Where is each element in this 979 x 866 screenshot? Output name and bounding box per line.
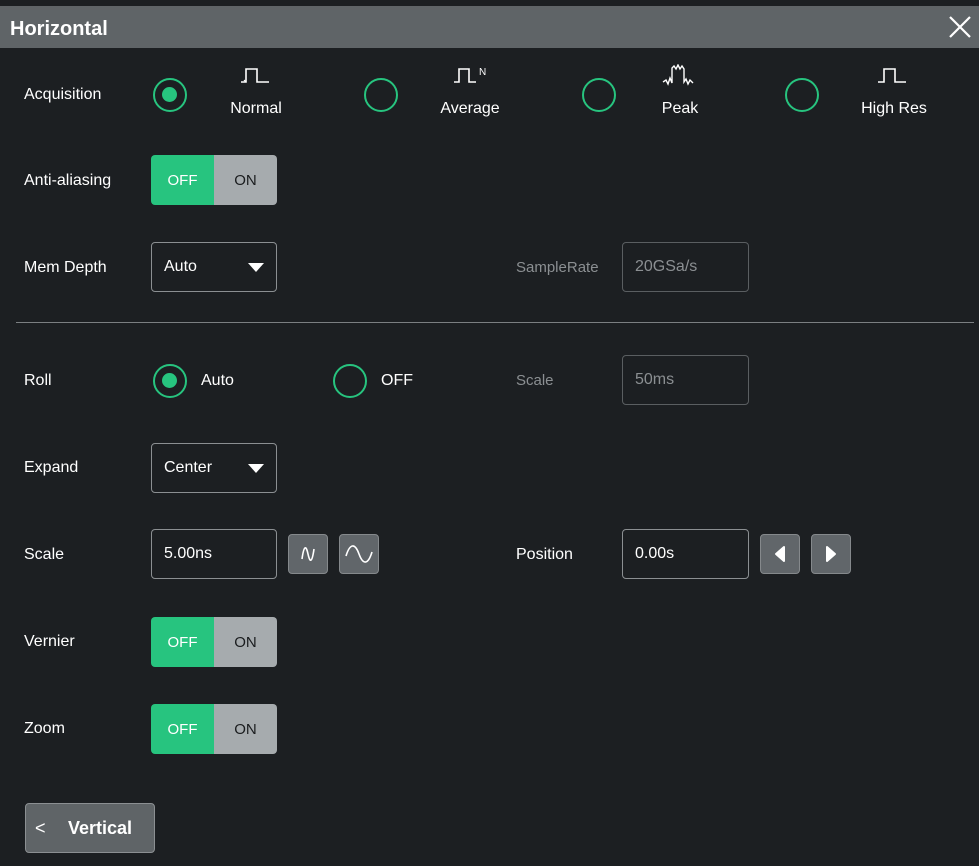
position-label: Position bbox=[516, 546, 573, 563]
expand-label: Expand bbox=[24, 459, 79, 476]
position-right-button[interactable] bbox=[811, 534, 851, 574]
sample-rate-field: 20GSa/s bbox=[622, 242, 749, 292]
acquisition-label: Acquisition bbox=[24, 86, 102, 103]
highres-wave-icon bbox=[878, 68, 906, 83]
acquisition-peak-radio[interactable] bbox=[582, 78, 616, 112]
acquisition-normal-radio[interactable] bbox=[153, 78, 187, 112]
horizontal-panel: Acquisition Normal N Average Peak High R… bbox=[0, 48, 979, 866]
vernier-off[interactable]: OFF bbox=[151, 617, 214, 667]
scale-value: 5.00ns bbox=[164, 545, 213, 562]
expand-dropdown[interactable]: Center bbox=[151, 443, 277, 493]
chevron-down-icon bbox=[248, 263, 264, 272]
vertical-nav-label: Vertical bbox=[68, 818, 133, 838]
vernier-on[interactable]: ON bbox=[214, 617, 277, 667]
chevron-down-icon bbox=[248, 464, 264, 473]
roll-scale-label: Scale bbox=[516, 372, 554, 389]
sample-rate-label: SampleRate bbox=[516, 259, 599, 276]
roll-scale-field: 50ms bbox=[622, 355, 749, 405]
anti-aliasing-label: Anti-aliasing bbox=[24, 172, 112, 189]
position-field[interactable]: 0.00s bbox=[622, 529, 749, 579]
acquisition-highres-label: High Res bbox=[861, 100, 927, 117]
scale-field[interactable]: 5.00ns bbox=[151, 529, 277, 579]
anti-aliasing-off[interactable]: OFF bbox=[151, 155, 214, 205]
vertical-nav-button[interactable]: < Vertical bbox=[25, 803, 155, 853]
zoom-off[interactable]: OFF bbox=[151, 704, 214, 754]
acquisition-average-label: Average bbox=[440, 100, 500, 117]
close-icon[interactable] bbox=[947, 14, 973, 40]
anti-aliasing-on[interactable]: ON bbox=[214, 155, 277, 205]
scale-increase-button[interactable] bbox=[339, 534, 379, 574]
mem-depth-value: Auto bbox=[164, 258, 197, 275]
roll-label: Roll bbox=[24, 372, 52, 389]
large-sine-icon bbox=[345, 545, 373, 563]
zoom-toggle[interactable]: OFF ON bbox=[151, 704, 277, 754]
roll-off-radio[interactable] bbox=[333, 364, 367, 398]
scale-label: Scale bbox=[24, 546, 65, 563]
vernier-toggle[interactable]: OFF ON bbox=[151, 617, 277, 667]
triangle-right-icon bbox=[826, 546, 836, 562]
chevron-left-icon: < bbox=[35, 818, 46, 838]
acquisition-average-radio[interactable] bbox=[364, 78, 398, 112]
acquisition-peak-label: Peak bbox=[661, 100, 699, 117]
vernier-label: Vernier bbox=[24, 633, 75, 650]
roll-scale-value: 50ms bbox=[635, 371, 675, 388]
zoom-label: Zoom bbox=[24, 720, 65, 737]
window-title: Horizontal bbox=[10, 18, 108, 40]
small-sine-icon bbox=[301, 547, 315, 561]
acquisition-normal-label: Normal bbox=[230, 100, 282, 117]
average-n-text: N bbox=[479, 67, 487, 78]
position-value: 0.00s bbox=[635, 545, 675, 562]
mem-depth-label: Mem Depth bbox=[24, 259, 107, 276]
peak-wave-icon bbox=[662, 64, 694, 86]
anti-aliasing-toggle[interactable]: OFF ON bbox=[151, 155, 277, 205]
expand-value: Center bbox=[164, 459, 213, 476]
roll-auto-label: Auto bbox=[201, 372, 234, 389]
mem-depth-dropdown[interactable]: Auto bbox=[151, 242, 277, 292]
normal-wave-icon bbox=[241, 68, 269, 83]
roll-auto-radio[interactable] bbox=[153, 364, 187, 398]
acquisition-highres-radio[interactable] bbox=[785, 78, 819, 112]
scale-decrease-button[interactable] bbox=[288, 534, 328, 574]
zoom-on[interactable]: ON bbox=[214, 704, 277, 754]
title-bar: Horizontal bbox=[0, 6, 979, 48]
position-left-button[interactable] bbox=[760, 534, 800, 574]
section-divider bbox=[16, 322, 974, 323]
sample-rate-value: 20GSa/s bbox=[635, 258, 698, 275]
roll-off-label: OFF bbox=[381, 372, 413, 389]
triangle-left-icon bbox=[775, 546, 785, 562]
